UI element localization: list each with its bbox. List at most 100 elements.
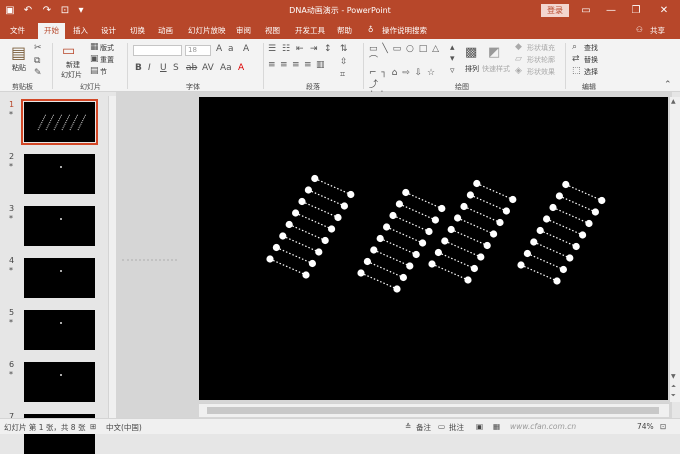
strikethrough-icon[interactable]: ab [186, 63, 197, 73]
justify-icon[interactable]: ≡ [304, 60, 312, 70]
tab-developer[interactable]: 开发工具 [295, 25, 325, 36]
quick-styles-icon[interactable]: ◩ [488, 45, 500, 60]
select-button[interactable]: 选择 [584, 67, 598, 77]
align-center-icon[interactable]: ≡ [280, 60, 288, 70]
columns-icon[interactable]: ▥ [316, 60, 325, 70]
decrease-indent-icon[interactable]: ⇤ [296, 44, 304, 54]
font-size-box[interactable]: 18 [185, 45, 211, 56]
horizontal-scroll-thumb[interactable] [207, 407, 659, 414]
language-indicator[interactable]: 中文(中国) [106, 422, 142, 433]
tab-slideshow[interactable]: 幻灯片放映 [188, 25, 226, 36]
copy-icon[interactable]: ⧉ [34, 56, 40, 66]
helix-node [315, 248, 323, 256]
share-button[interactable]: 共享 [650, 25, 665, 36]
tab-review[interactable]: 审阅 [236, 25, 251, 36]
layout-button[interactable]: 版式 [100, 43, 114, 53]
next-slide-icon[interactable]: ⏷ [671, 392, 676, 400]
scroll-down-icon[interactable]: ▼ [671, 373, 676, 380]
slide-sorter-icon[interactable]: ▦ [493, 422, 500, 431]
tab-animations[interactable]: 动画 [158, 25, 173, 36]
change-case-icon[interactable]: Aa [220, 63, 232, 73]
horizontal-scrollbar[interactable] [199, 403, 669, 417]
previous-slide-icon[interactable]: ⏶ [671, 383, 676, 391]
login-button[interactable]: 登录 [541, 4, 569, 17]
arrange-button[interactable]: 排列 [465, 64, 479, 74]
clear-formatting-icon[interactable]: A [243, 44, 249, 54]
tab-view[interactable]: 视图 [265, 25, 280, 36]
slide-thumbnail[interactable] [24, 310, 95, 350]
ribbon-display-options-icon[interactable]: ▭ [578, 3, 594, 19]
close-icon[interactable]: ✕ [656, 3, 672, 19]
shape-effects-button[interactable]: 形状效果 [527, 67, 555, 77]
shapes-gallery[interactable]: ▭ ╲ ▭ ○ □ △ ⌒⌐ ┐ ⌂ ⇨ ⇩ ☆ ⤴╰ ┘ ⌓ ⌢ { } ☆ [369, 43, 449, 102]
zoom-level[interactable]: 74% [637, 422, 654, 431]
shape-outline-button[interactable]: 形状轮廓 [527, 55, 555, 65]
align-text-icon[interactable]: ⇳ [340, 57, 348, 67]
new-slide-label-2[interactable]: 幻灯片 [61, 70, 82, 80]
cut-icon[interactable]: ✂ [34, 43, 42, 53]
shadow-icon[interactable]: S [173, 63, 179, 73]
align-left-icon[interactable]: ≡ [268, 60, 276, 70]
reset-button[interactable]: 重置 [100, 55, 114, 65]
format-painter-icon[interactable]: ✎ [34, 68, 42, 78]
align-right-icon[interactable]: ≡ [292, 60, 300, 70]
bullets-icon[interactable]: ☰ [268, 44, 276, 54]
minimize-icon[interactable]: — [603, 3, 619, 19]
section-button[interactable]: 节 [100, 67, 107, 77]
increase-font-icon[interactable]: A [216, 44, 222, 54]
share-icon[interactable]: ⚇ [636, 25, 643, 34]
replace-button[interactable]: 替换 [584, 55, 598, 65]
new-slide-label-1[interactable]: 新建 [66, 60, 80, 70]
tab-insert[interactable]: 插入 [73, 25, 88, 36]
tab-home[interactable]: 开始 [38, 23, 65, 39]
character-spacing-icon[interactable]: AV [202, 63, 214, 73]
tab-transitions[interactable]: 切换 [130, 25, 145, 36]
shape-fill-button[interactable]: 形状填充 [527, 43, 555, 53]
arrange-icon[interactable]: ▩ [465, 45, 477, 60]
tab-file[interactable]: 文件 [10, 25, 25, 36]
helix-node [334, 213, 342, 222]
bold-icon[interactable]: B [135, 63, 142, 73]
spellcheck-icon[interactable]: ⊞ [90, 422, 96, 431]
font-name-box[interactable] [133, 45, 182, 56]
thumbnail-scrollbar[interactable] [108, 96, 116, 418]
numbering-icon[interactable]: ☷ [282, 44, 290, 54]
slide-thumbnail[interactable] [24, 154, 95, 194]
paste-button[interactable]: 粘贴 [12, 63, 26, 73]
notes-button[interactable]: 备注 [416, 422, 431, 433]
fit-to-window-icon[interactable]: ⊡ [660, 422, 666, 431]
tab-design[interactable]: 设计 [101, 25, 116, 36]
line-spacing-icon[interactable]: ↕ [324, 44, 332, 54]
collapse-ribbon-icon[interactable]: ⌃ [664, 80, 672, 90]
slide-canvas[interactable] [199, 97, 668, 400]
smartart-icon[interactable]: ⌗ [340, 70, 345, 80]
restore-icon[interactable]: ❐ [628, 3, 644, 19]
quick-styles-button[interactable]: 快速样式 [482, 64, 510, 74]
find-button[interactable]: 查找 [584, 43, 598, 53]
new-slide-icon[interactable]: ▭ [62, 43, 75, 59]
shapes-scroll-up-icon[interactable]: ▴ [450, 43, 455, 53]
scroll-up-icon[interactable]: ▲ [671, 98, 676, 105]
tab-help[interactable]: 帮助 [337, 25, 352, 36]
normal-view-icon[interactable]: ▣ [476, 422, 483, 431]
italic-icon[interactable]: I [148, 63, 151, 73]
underline-icon[interactable]: U [160, 63, 167, 73]
group-divider [263, 43, 264, 89]
font-color-icon[interactable]: A [238, 63, 244, 73]
comments-button[interactable]: 批注 [449, 422, 464, 433]
text-direction-icon[interactable]: ⇅ [340, 44, 348, 54]
paste-icon[interactable]: ▤ [11, 43, 26, 62]
increase-indent-icon[interactable]: ⇥ [310, 44, 318, 54]
thumbnail-rung [53, 113, 63, 131]
slide-thumbnail[interactable] [24, 362, 95, 402]
shapes-more-icon[interactable]: ▿ [450, 66, 455, 76]
slide-thumbnail[interactable] [24, 206, 95, 246]
slide-thumbnail[interactable] [21, 99, 98, 145]
shapes-scroll-down-icon[interactable]: ▾ [450, 54, 455, 64]
vertical-scrollbar[interactable]: ▲ ▼ ⏶ ⏷ [669, 97, 680, 402]
thumbnail-dot [60, 322, 62, 324]
tell-me-search[interactable]: 操作说明搜索 [382, 25, 427, 36]
helix-node [266, 255, 274, 263]
slide-thumbnail[interactable] [24, 258, 95, 298]
decrease-font-icon[interactable]: a [228, 44, 234, 54]
